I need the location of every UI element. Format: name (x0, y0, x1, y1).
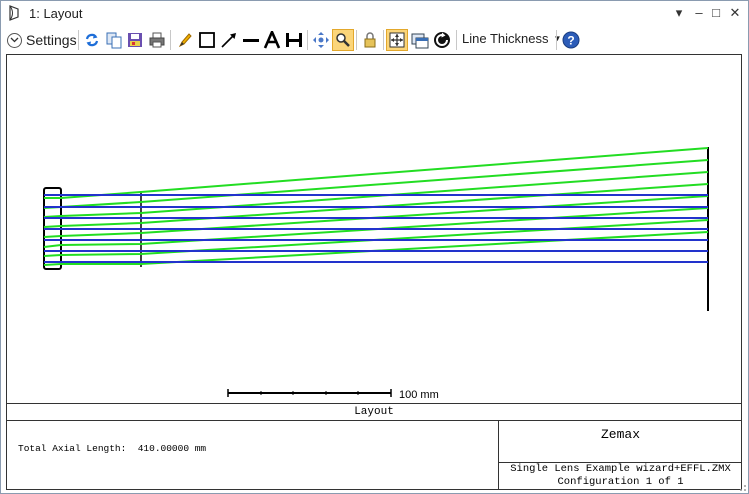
scale-bar (227, 389, 392, 397)
print-icon[interactable] (146, 29, 168, 51)
field1-ray-bundle (44, 194, 708, 263)
total-axial-length: Total Axial Length: 410.00000 mm (18, 443, 207, 454)
window-title: 1: Layout (29, 6, 83, 21)
zoom-icon[interactable] (332, 29, 354, 51)
plot-caption: Layout (7, 403, 741, 421)
layout-window: 1: Layout ▾ – □ ✕ Settings Line Thicknes… (0, 0, 749, 494)
pan-icon[interactable] (310, 29, 332, 51)
settings-button[interactable]: Settings (7, 30, 77, 50)
pencil-icon[interactable] (174, 29, 196, 51)
window-icon (9, 5, 19, 21)
fit-icon[interactable] (386, 29, 408, 51)
file-name: Single Lens Example wizard+EFFL.ZMX (510, 463, 731, 475)
settings-label: Settings (26, 32, 77, 48)
toolbar-divider (383, 30, 384, 50)
close-button[interactable]: ✕ (725, 4, 745, 22)
svg-text:?: ? (567, 34, 574, 48)
toolbar-divider (356, 30, 357, 50)
window-icon[interactable] (409, 29, 431, 51)
save-icon[interactable] (124, 29, 146, 51)
lock-icon[interactable] (359, 29, 381, 51)
text-icon[interactable] (261, 29, 283, 51)
refresh-icon[interactable] (81, 29, 103, 51)
title-block: Zemax Single Lens Example wizard+EFFL.ZM… (498, 420, 742, 489)
toolbar: Settings Line Thickness ▼ ? (1, 26, 748, 53)
title-bar[interactable]: 1: Layout ▾ – □ ✕ (1, 1, 748, 26)
configuration-label: Configuration 1 of 1 (557, 476, 684, 488)
toolbar-divider (307, 30, 308, 50)
dimension-icon[interactable] (283, 29, 305, 51)
maximize-button[interactable]: □ (706, 4, 726, 22)
arrow-line-icon[interactable] (218, 29, 240, 51)
info-panel: Total Axial Length: 410.00000 mm (7, 420, 498, 489)
toolbar-divider (78, 30, 79, 50)
toolbar-divider (456, 30, 457, 50)
line-icon[interactable] (240, 29, 262, 51)
rectangle-icon[interactable] (196, 29, 218, 51)
toolbar-divider (556, 30, 557, 50)
toolbar-divider (170, 30, 171, 50)
line-thickness-label: Line Thickness (462, 31, 549, 46)
help-icon[interactable]: ? (560, 29, 582, 51)
chevron-down-icon (7, 32, 22, 48)
copy-icon[interactable] (103, 29, 125, 51)
brand-label: Zemax (600, 427, 640, 442)
layout-plot-frame: 100 mm Layout Total Axial Length: 410.00… (6, 54, 742, 490)
rotate-icon[interactable] (431, 29, 453, 51)
line-thickness-dropdown[interactable]: Line Thickness ▼ (462, 31, 561, 46)
file-info: Single Lens Example wizard+EFFL.ZMX Conf… (499, 462, 742, 490)
scale-bar-label: 100 mm (399, 389, 439, 401)
resize-grip-icon[interactable] (737, 482, 747, 492)
window-menu-button[interactable]: ▾ (669, 4, 689, 22)
